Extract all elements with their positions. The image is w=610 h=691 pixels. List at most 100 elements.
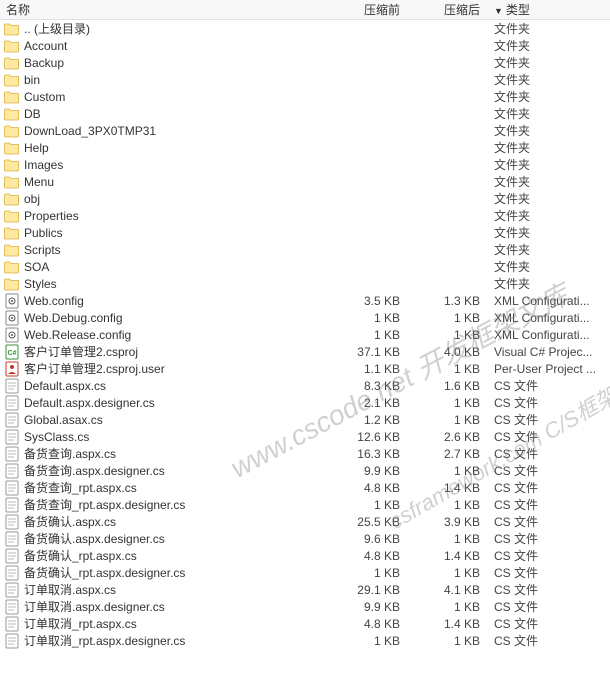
file-row[interactable]: 订单取消_rpt.aspx.cs4.8 KB1.4 KBCS 文件 xyxy=(0,615,610,632)
file-name-cell: Web.Debug.config xyxy=(0,310,330,326)
file-name-cell: DB xyxy=(0,106,330,122)
file-name-cell: Help xyxy=(0,140,330,156)
file-row[interactable]: 备货查询_rpt.aspx.cs4.8 KB1.4 KBCS 文件 xyxy=(0,479,610,496)
file-row[interactable]: Account文件夹 xyxy=(0,37,610,54)
column-header-size-before[interactable]: 压缩前 xyxy=(330,1,410,18)
file-row[interactable]: SOA文件夹 xyxy=(0,258,610,275)
file-name-cell: Publics xyxy=(0,225,330,241)
file-name-cell: 订单取消.aspx.cs xyxy=(0,581,330,598)
column-header-type[interactable]: ▼类型 xyxy=(490,1,610,18)
file-name-label: DB xyxy=(24,107,41,121)
file-row[interactable]: 备货确认.aspx.designer.cs9.6 KB1 KBCS 文件 xyxy=(0,530,610,547)
file-row[interactable]: Default.aspx.designer.cs2.1 KB1 KBCS 文件 xyxy=(0,394,610,411)
file-name-label: Web.Debug.config xyxy=(24,311,123,325)
file-row[interactable]: .. (上级目录)文件夹 xyxy=(0,20,610,37)
file-row[interactable]: 订单取消.aspx.designer.cs9.9 KB1 KBCS 文件 xyxy=(0,598,610,615)
file-row[interactable]: Web.Release.config1 KB1 KBXML Configurat… xyxy=(0,326,610,343)
file-row[interactable]: 订单取消_rpt.aspx.designer.cs1 KB1 KBCS 文件 xyxy=(0,632,610,649)
file-row[interactable]: Publics文件夹 xyxy=(0,224,610,241)
size-before-cell: 4.8 KB xyxy=(330,617,410,631)
file-row[interactable]: Properties文件夹 xyxy=(0,207,610,224)
file-row[interactable]: SysClass.cs12.6 KB2.6 KBCS 文件 xyxy=(0,428,610,445)
file-row[interactable]: DB文件夹 xyxy=(0,105,610,122)
type-cell: 文件夹 xyxy=(490,190,610,207)
folder-icon xyxy=(4,21,20,37)
file-name-cell: 备货查询.aspx.cs xyxy=(0,445,330,462)
file-row[interactable]: obj 文件夹 xyxy=(0,190,610,207)
file-name-label: Help xyxy=(24,141,49,155)
file-row[interactable]: 备货确认_rpt.aspx.cs4.8 KB1.4 KBCS 文件 xyxy=(0,547,610,564)
file-name-cell: C#客户订单管理2.csproj xyxy=(0,343,330,360)
file-name-cell: Default.aspx.cs xyxy=(0,378,330,394)
file-name-label: Images xyxy=(24,158,63,172)
file-row[interactable]: 备货查询.aspx.cs16.3 KB2.7 KBCS 文件 xyxy=(0,445,610,462)
size-after-cell: 1.4 KB xyxy=(410,617,490,631)
file-row[interactable]: 客户订单管理2.csproj.user1.1 KB1 KBPer-User Pr… xyxy=(0,360,610,377)
file-row[interactable]: Custom 文件夹 xyxy=(0,88,610,105)
folder-icon xyxy=(4,208,20,224)
column-header-name[interactable]: 名称 xyxy=(0,1,330,18)
file-name-label: Custom xyxy=(24,90,65,104)
file-row[interactable]: Styles文件夹 xyxy=(0,275,610,292)
folder-icon xyxy=(4,191,20,207)
file-row[interactable]: 订单取消.aspx.cs29.1 KB4.1 KBCS 文件 xyxy=(0,581,610,598)
file-row[interactable]: Backup 文件夹 xyxy=(0,54,610,71)
folder-icon xyxy=(4,89,20,105)
type-cell: CS 文件 xyxy=(490,411,610,428)
type-cell: 文件夹 xyxy=(490,241,610,258)
cs-icon xyxy=(4,531,20,547)
file-row[interactable]: Scripts 文件夹 xyxy=(0,241,610,258)
cs-icon xyxy=(4,395,20,411)
file-row[interactable]: bin文件夹 xyxy=(0,71,610,88)
file-row[interactable]: Web.config3.5 KB1.3 KBXML Configurati... xyxy=(0,292,610,309)
size-before-cell: 1.2 KB xyxy=(330,413,410,427)
file-row[interactable]: DownLoad_3PX0TMP31文件夹 xyxy=(0,122,610,139)
file-name-label: 订单取消_rpt.aspx.cs xyxy=(24,615,137,632)
file-row[interactable]: Help文件夹 xyxy=(0,139,610,156)
file-name-label: DownLoad_3PX0TMP31 xyxy=(24,124,156,138)
size-before-cell: 3.5 KB xyxy=(330,294,410,308)
file-name-cell: Menu xyxy=(0,174,330,190)
file-row[interactable]: Global.asax.cs1.2 KB1 KBCS 文件 xyxy=(0,411,610,428)
file-row[interactable]: 备货查询.aspx.designer.cs9.9 KB1 KBCS 文件 xyxy=(0,462,610,479)
file-name-cell: Account xyxy=(0,38,330,54)
type-cell: 文件夹 xyxy=(490,207,610,224)
file-name-cell: 备货确认.aspx.cs xyxy=(0,513,330,530)
size-after-cell: 1.6 KB xyxy=(410,379,490,393)
size-before-cell: 9.9 KB xyxy=(330,464,410,478)
file-name-cell: SOA xyxy=(0,259,330,275)
file-row[interactable]: Default.aspx.cs8.3 KB1.6 KBCS 文件 xyxy=(0,377,610,394)
file-name-cell: obj xyxy=(0,191,330,207)
size-after-cell: 1.4 KB xyxy=(410,481,490,495)
size-before-cell: 29.1 KB xyxy=(330,583,410,597)
csproj-icon: C# xyxy=(4,344,20,360)
size-after-cell: 1 KB xyxy=(410,634,490,648)
size-after-cell: 1 KB xyxy=(410,311,490,325)
cs-icon xyxy=(4,412,20,428)
file-name-cell: Scripts xyxy=(0,242,330,258)
file-row[interactable]: 备货确认_rpt.aspx.designer.cs1 KB1 KBCS 文件 xyxy=(0,564,610,581)
file-row[interactable]: Menu文件夹 xyxy=(0,173,610,190)
type-cell: CS 文件 xyxy=(490,598,610,615)
file-row[interactable]: 备货确认.aspx.cs25.5 KB3.9 KBCS 文件 xyxy=(0,513,610,530)
size-after-cell: 1.4 KB xyxy=(410,549,490,563)
file-name-label: Default.aspx.cs xyxy=(24,379,106,393)
cs-icon xyxy=(4,378,20,394)
file-name-label: Web.Release.config xyxy=(24,328,131,342)
type-cell: 文件夹 xyxy=(490,156,610,173)
cs-icon xyxy=(4,582,20,598)
file-row[interactable]: Web.Debug.config1 KB1 KBXML Configurati.… xyxy=(0,309,610,326)
size-after-cell: 1 KB xyxy=(410,532,490,546)
column-header-size-after[interactable]: 压缩后 xyxy=(410,1,490,18)
file-name-cell: Backup xyxy=(0,55,330,71)
file-row[interactable]: 备货查询_rpt.aspx.designer.cs1 KB1 KBCS 文件 xyxy=(0,496,610,513)
cs-icon xyxy=(4,565,20,581)
cs-icon xyxy=(4,514,20,530)
file-name-label: Web.config xyxy=(24,294,84,308)
file-name-label: 订单取消.aspx.cs xyxy=(24,581,116,598)
size-before-cell: 37.1 KB xyxy=(330,345,410,359)
type-cell: 文件夹 xyxy=(490,88,610,105)
file-row[interactable]: Images 文件夹 xyxy=(0,156,610,173)
type-cell: 文件夹 xyxy=(490,54,610,71)
file-row[interactable]: C#客户订单管理2.csproj37.1 KB4.0 KBVisual C# P… xyxy=(0,343,610,360)
